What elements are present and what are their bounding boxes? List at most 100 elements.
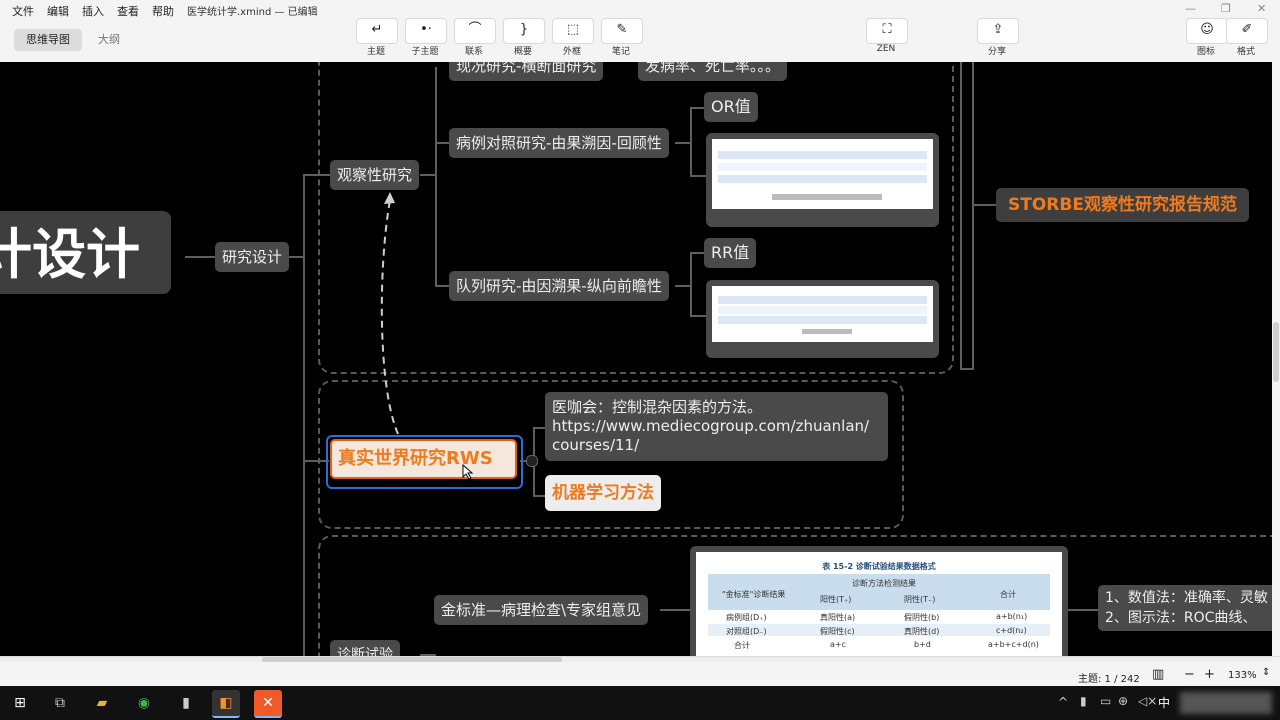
table-row xyxy=(718,316,927,324)
menu-view[interactable]: 查看 xyxy=(117,3,139,19)
format-brush-icon: ✐ xyxy=(1241,22,1253,37)
menu-edit[interactable]: 编辑 xyxy=(47,3,69,19)
zoom-in-icon[interactable]: + xyxy=(1204,667,1215,682)
note-button[interactable]: ✎ xyxy=(601,18,643,44)
connector xyxy=(303,174,305,462)
topic-cross-sectional-note[interactable]: 发病率、死亡率。。。 xyxy=(638,62,788,81)
topic-cross-sectional[interactable]: 现况研究-横断面研究 xyxy=(449,62,604,81)
connector xyxy=(435,142,449,144)
horizontal-scrollbar[interactable] xyxy=(0,657,1272,662)
topic-ml[interactable]: 机器学习方法 xyxy=(545,475,661,511)
connector xyxy=(972,204,996,206)
connector xyxy=(533,495,545,497)
minimize-icon[interactable]: — xyxy=(1185,2,1196,15)
topic-case-control[interactable]: 病例对照研究-由果溯因-回顾性 xyxy=(449,128,669,158)
tray-battery-icon[interactable]: ▭ xyxy=(1100,694,1111,708)
relationship-button[interactable]: ⌒ xyxy=(454,18,496,44)
topic-rr-value[interactable]: RR值 xyxy=(704,238,757,268)
file-explorer-icon[interactable]: ▰ xyxy=(88,690,116,716)
book-icon[interactable]: ▥ xyxy=(1152,667,1164,682)
vertical-scroll-thumb[interactable] xyxy=(1273,322,1279,382)
connector xyxy=(972,62,974,370)
ime-indicator[interactable]: 中 xyxy=(1158,694,1170,711)
chrome-icon[interactable]: ◉ xyxy=(130,690,158,716)
topic-storbe[interactable]: STORBE观察性研究报告规范 xyxy=(996,188,1249,222)
mindmap-canvas[interactable]: 统计设计 研究设计 观察性研究 现况研究-横断面研究 发病率、死亡率。。。 病例… xyxy=(0,62,1272,656)
diagnostic-table-image[interactable]: 表 15-2 诊断试验结果数据格式 "金标准"诊断结果 诊断方法检测结果 阳性(… xyxy=(690,546,1068,656)
format-panel-button[interactable]: ✐ xyxy=(1226,18,1268,44)
topic-count: 主题: 1 / 242 xyxy=(1078,674,1140,685)
table-row xyxy=(718,175,927,183)
connector xyxy=(690,175,706,177)
connector xyxy=(960,62,962,370)
topic-rws[interactable]: 真实世界研究RWS xyxy=(330,439,517,479)
connector xyxy=(675,285,690,287)
topic-research-design[interactable]: 研究设计 xyxy=(215,242,290,272)
boundary-button[interactable]: ⬚ xyxy=(552,18,594,44)
rr-table-picture xyxy=(712,286,933,342)
subtopic-button[interactable]: •· xyxy=(405,18,447,44)
menu-help[interactable]: 帮助 xyxy=(152,3,174,19)
tab-outline[interactable]: 大纲 xyxy=(86,29,132,51)
connector xyxy=(420,174,435,176)
zoom-stepper-icon[interactable]: ⇕ xyxy=(1262,667,1270,678)
microphone-app-icon[interactable]: ▮ xyxy=(172,690,200,716)
summary-button[interactable]: } xyxy=(503,18,545,44)
table-cell: a+b(n₁) xyxy=(996,612,1028,621)
connector xyxy=(435,285,449,287)
app-icon-orange[interactable]: ◧ xyxy=(212,690,240,718)
taskbar: ⊞ ⧉ ▰ ◉ ▮ ◧ ✕ ^ ▮ ▭ ⊕ ◁× 中 xyxy=(0,686,1280,720)
menu-file[interactable]: 文件 xyxy=(12,3,34,19)
or-table-image[interactable] xyxy=(706,133,939,227)
zoom-level[interactable]: 133% xyxy=(1228,670,1257,681)
root-topic[interactable]: 统计设计 xyxy=(0,211,171,294)
connector xyxy=(660,609,690,611)
relationship-icon: ⌒ xyxy=(468,22,482,37)
connector xyxy=(675,142,690,144)
topic-rws-note[interactable]: 医咖会：控制混杂因素的方法。 https://www.mediecogroup.… xyxy=(545,392,888,461)
rr-table-image[interactable] xyxy=(706,280,939,358)
topic-button[interactable]: ↵ xyxy=(356,18,398,44)
zen-icon: ⛶ xyxy=(882,22,892,37)
top-bar: 文件 编辑 插入 查看 帮助 医学统计学.xmind — 已编辑 思维导图 大纲… xyxy=(0,0,1280,63)
connector xyxy=(1064,609,1098,611)
topic-cohort[interactable]: 队列研究-由因溯果-纵向前瞻性 xyxy=(449,271,669,301)
horizontal-scroll-thumb[interactable] xyxy=(262,657,562,662)
windows-start-icon[interactable]: ⊞ xyxy=(6,690,34,716)
icon-panel-button[interactable]: ☺ xyxy=(1186,18,1228,44)
maximize-icon[interactable]: ❐ xyxy=(1221,2,1231,15)
zoom-out-icon[interactable]: − xyxy=(1184,667,1195,682)
diagnostic-table-caption: 表 15-2 诊断试验结果数据格式 xyxy=(822,562,936,571)
topic-or-value[interactable]: OR值 xyxy=(704,92,758,122)
task-view-icon[interactable]: ⧉ xyxy=(46,690,74,716)
tray-chevron-icon[interactable]: ^ xyxy=(1058,695,1068,709)
share-button[interactable]: ⇪ xyxy=(977,18,1019,44)
connector xyxy=(690,107,692,177)
topic-diagnostic[interactable]: 诊断试验 xyxy=(330,640,400,656)
tray-network-icon[interactable]: ⊕ xyxy=(1118,694,1128,708)
topic-gold-standard[interactable]: 金标准—病理检查\专家组意见 xyxy=(434,595,649,625)
tray-mic-icon[interactable]: ▮ xyxy=(1080,694,1087,708)
formula-line xyxy=(802,329,852,334)
vertical-scrollbar[interactable] xyxy=(1272,62,1280,656)
format-panel-label: 格式 xyxy=(1236,47,1255,57)
topic-icon: ↵ xyxy=(371,22,383,37)
status-bar: 主题: 1 / 242 ▥ − + 133% ⇕ xyxy=(0,656,1280,687)
table-cell: 真阳性(a) xyxy=(820,613,856,622)
formula-line xyxy=(772,194,882,200)
subtopic-icon: •· xyxy=(420,22,432,37)
collapse-toggle[interactable] xyxy=(526,455,538,467)
table-cell: a+b+c+d(n) xyxy=(988,640,1039,649)
tray-volume-icon[interactable]: ◁× xyxy=(1138,694,1157,708)
table-cell: c+d(n₂) xyxy=(996,626,1027,635)
table-row xyxy=(718,306,927,314)
xmind-icon[interactable]: ✕ xyxy=(254,690,282,718)
note-icon: ✎ xyxy=(616,22,628,37)
topic-evaluation[interactable]: 1、数值法：准确率、灵敏 2、图示法：ROC曲线、 xyxy=(1098,585,1272,631)
close-icon[interactable]: ✕ xyxy=(1257,2,1266,15)
connector xyxy=(690,107,704,109)
topic-observational[interactable]: 观察性研究 xyxy=(330,160,420,190)
menu-insert[interactable]: 插入 xyxy=(82,3,104,19)
zen-button[interactable]: ⛶ xyxy=(866,18,908,44)
tab-mindmap[interactable]: 思维导图 xyxy=(14,29,82,51)
